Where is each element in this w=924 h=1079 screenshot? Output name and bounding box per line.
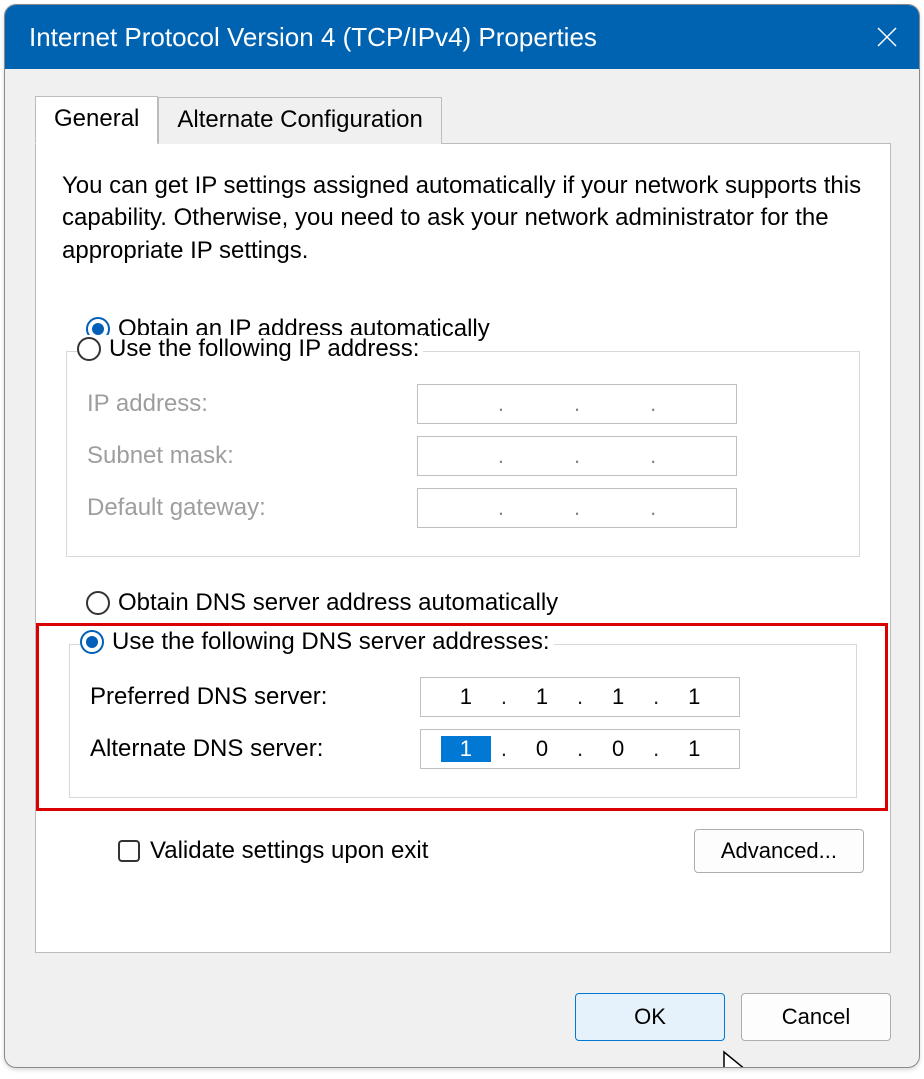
dialog-window: Internet Protocol Version 4 (TCP/IPv4) P… — [4, 4, 920, 1068]
radio-icon — [80, 630, 104, 654]
input-subnet-mask: . . . — [417, 436, 737, 476]
ok-button[interactable]: OK — [575, 993, 725, 1041]
dialog-content: General Alternate Configuration You can … — [5, 69, 919, 973]
advanced-button[interactable]: Advanced... — [694, 829, 864, 873]
window-title: Internet Protocol Version 4 (TCP/IPv4) P… — [29, 22, 855, 53]
label-ip-address: IP address: — [87, 390, 417, 418]
tabstrip: General Alternate Configuration — [35, 95, 891, 143]
group-use-dns: Use the following DNS server addresses: … — [69, 644, 857, 798]
label-alternate-dns: Alternate DNS server: — [90, 735, 420, 763]
radio-icon — [77, 337, 101, 361]
input-ip-address: . . . — [417, 384, 737, 424]
dialog-footer: OK Cancel — [5, 973, 919, 1067]
tab-alternate-configuration[interactable]: Alternate Configuration — [158, 97, 441, 144]
label-subnet-mask: Subnet mask: — [87, 442, 417, 470]
checkbox-icon — [118, 840, 140, 862]
close-icon — [876, 26, 898, 48]
cancel-button[interactable]: Cancel — [741, 993, 891, 1041]
radio-icon — [86, 591, 110, 615]
radio-use-following-dns[interactable]: Use the following DNS server addresses: — [80, 628, 554, 656]
tabpanel-general: You can get IP settings assigned automat… — [35, 143, 891, 953]
description-text: You can get IP settings assigned automat… — [62, 170, 864, 267]
radio-label: Use the following IP address: — [109, 335, 419, 363]
radio-label: Obtain DNS server address automatically — [118, 589, 558, 617]
radio-obtain-dns-auto[interactable]: Obtain DNS server address automatically — [86, 589, 864, 617]
label-preferred-dns: Preferred DNS server: — [90, 683, 420, 711]
group-use-ip: Use the following IP address: IP address… — [66, 351, 860, 557]
tab-general[interactable]: General — [35, 96, 158, 144]
radio-use-following-ip[interactable]: Use the following IP address: — [77, 335, 423, 363]
titlebar: Internet Protocol Version 4 (TCP/IPv4) P… — [5, 5, 919, 69]
radio-label: Use the following DNS server addresses: — [112, 628, 550, 656]
label-default-gateway: Default gateway: — [87, 494, 417, 522]
checkbox-label: Validate settings upon exit — [150, 837, 428, 865]
close-button[interactable] — [855, 5, 919, 69]
input-default-gateway: . . . — [417, 488, 737, 528]
annotation-highlight: Use the following DNS server addresses: … — [36, 623, 888, 811]
input-preferred-dns[interactable]: 1. 1. 1. 1 — [420, 677, 740, 717]
input-alternate-dns[interactable]: 1. 0. 0. 1 — [420, 729, 740, 769]
